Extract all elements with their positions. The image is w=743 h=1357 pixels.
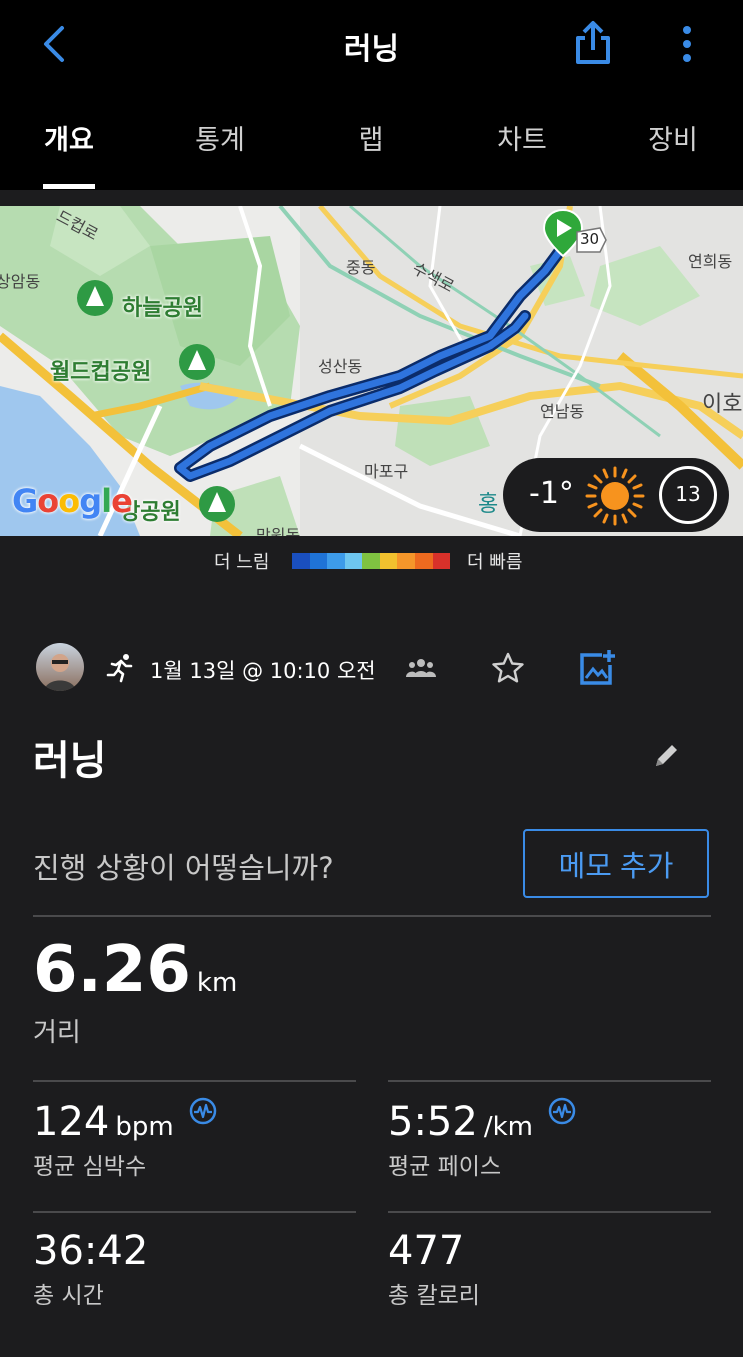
calories-label: 총 칼로리 bbox=[388, 1283, 480, 1309]
map-label: 성산동 bbox=[318, 357, 363, 376]
distance-value: 6.26 bbox=[33, 933, 191, 1007]
route-map[interactable]: 드컵로 상암동 하늘공원 월드컵공원 중동 수색로 성산동 연남동 마포구 연희… bbox=[0, 206, 743, 536]
divider bbox=[388, 1211, 711, 1213]
google-attribution: Google bbox=[12, 482, 133, 520]
pace-color-segment bbox=[362, 553, 380, 569]
avg-hr-value: 124 bbox=[33, 1099, 110, 1145]
map-label: 연희동 bbox=[688, 252, 733, 271]
pace-color-segment bbox=[432, 553, 451, 569]
active-tab-indicator bbox=[43, 184, 95, 189]
group-icon[interactable] bbox=[406, 657, 436, 679]
heart-rate-icon[interactable] bbox=[189, 1097, 217, 1125]
activity-name: 러닝 bbox=[33, 738, 107, 784]
distance-label: 거리 bbox=[33, 1018, 81, 1048]
calories-value: 477 bbox=[388, 1228, 465, 1274]
pace-color-segment bbox=[414, 553, 433, 569]
pace-color-segment bbox=[397, 553, 415, 569]
map-label: 상암동 bbox=[0, 272, 41, 291]
map-label: 망원동 bbox=[256, 526, 301, 536]
tab-gear[interactable]: 장비 bbox=[613, 118, 733, 157]
share-icon[interactable] bbox=[572, 20, 614, 66]
more-vertical-icon[interactable] bbox=[670, 22, 704, 66]
divider bbox=[388, 1080, 711, 1082]
avg-heart-rate-stat: 124 bpm 평균 심박수 bbox=[33, 1097, 217, 1181]
divider bbox=[33, 915, 711, 917]
total-time-label: 총 시간 bbox=[33, 1283, 104, 1309]
pace-color-segment bbox=[292, 553, 310, 569]
avg-pace-value: 5:52 bbox=[388, 1099, 478, 1145]
wind-speed: 13 bbox=[675, 482, 701, 506]
map-label: 연남동 bbox=[540, 402, 585, 421]
tab-charts[interactable]: 차트 bbox=[462, 118, 582, 157]
pace-color-segment bbox=[309, 553, 328, 569]
running-icon bbox=[106, 654, 133, 683]
pace-color-segment bbox=[327, 553, 345, 569]
progress-prompt: 진행 상황이 어떻습니까? bbox=[33, 851, 334, 885]
tab-stats[interactable]: 통계 bbox=[160, 118, 280, 157]
road-sign-label: 30 bbox=[580, 230, 600, 248]
tab-bar: 개요 통계 랩 차트 장비 bbox=[0, 112, 743, 190]
temperature-text: -1° bbox=[529, 476, 574, 511]
avg-pace-label: 평균 페이스 bbox=[388, 1154, 502, 1180]
pace-color-segment bbox=[344, 553, 363, 569]
avg-pace-stat: 5:52/km 평균 페이스 bbox=[388, 1097, 576, 1181]
map-label: 이호 bbox=[702, 392, 743, 417]
divider bbox=[33, 1080, 356, 1082]
map-label: 마포구 bbox=[364, 462, 409, 481]
pace-legend: 더 느림 더 빠름 bbox=[0, 546, 743, 576]
add-memo-button[interactable]: 메모 추가 bbox=[523, 829, 709, 898]
edit-icon[interactable] bbox=[652, 740, 682, 770]
avatar[interactable] bbox=[36, 643, 84, 691]
map-label: 월드컵공원 bbox=[50, 360, 152, 385]
legend-fast-label: 더 빠름 bbox=[467, 552, 523, 573]
tab-laps[interactable]: 랩 bbox=[311, 118, 431, 157]
weather-badge: -1° 13 bbox=[503, 458, 729, 532]
star-icon[interactable] bbox=[491, 651, 525, 685]
distance-value-row: 6.26 km bbox=[33, 933, 237, 1007]
activity-meta-row: 1월 13일 @ 10:10 오전 bbox=[0, 643, 743, 693]
map-label: 중동 bbox=[346, 258, 376, 277]
top-bar: 러닝 개요 통계 랩 차트 장비 bbox=[0, 0, 743, 190]
total-time-value: 36:42 bbox=[33, 1228, 149, 1274]
avg-pace-unit: /km bbox=[483, 1112, 533, 1142]
legend-slow-label: 더 느림 bbox=[214, 552, 270, 573]
distance-unit: km bbox=[196, 968, 238, 998]
sun-icon bbox=[585, 466, 645, 526]
activity-datetime: 1월 13일 @ 10:10 오전 bbox=[150, 659, 376, 683]
tab-overview[interactable]: 개요 bbox=[9, 118, 129, 157]
map-label: 하늘공원 bbox=[122, 296, 203, 321]
divider bbox=[33, 1211, 356, 1213]
page-title: 러닝 bbox=[343, 32, 400, 67]
avg-hr-label: 평균 심박수 bbox=[33, 1154, 147, 1180]
pace-info-icon[interactable] bbox=[548, 1097, 576, 1125]
add-photo-icon[interactable] bbox=[578, 649, 616, 685]
avg-hr-unit: bpm bbox=[115, 1112, 174, 1142]
total-time-stat: 36:42 총 시간 bbox=[33, 1228, 148, 1310]
map-label: 홍 bbox=[478, 492, 499, 517]
wind-icon: 13 bbox=[659, 466, 717, 524]
pace-color-scale bbox=[292, 553, 451, 569]
pace-color-segment bbox=[379, 553, 398, 569]
calories-stat: 477 총 칼로리 bbox=[388, 1228, 480, 1310]
